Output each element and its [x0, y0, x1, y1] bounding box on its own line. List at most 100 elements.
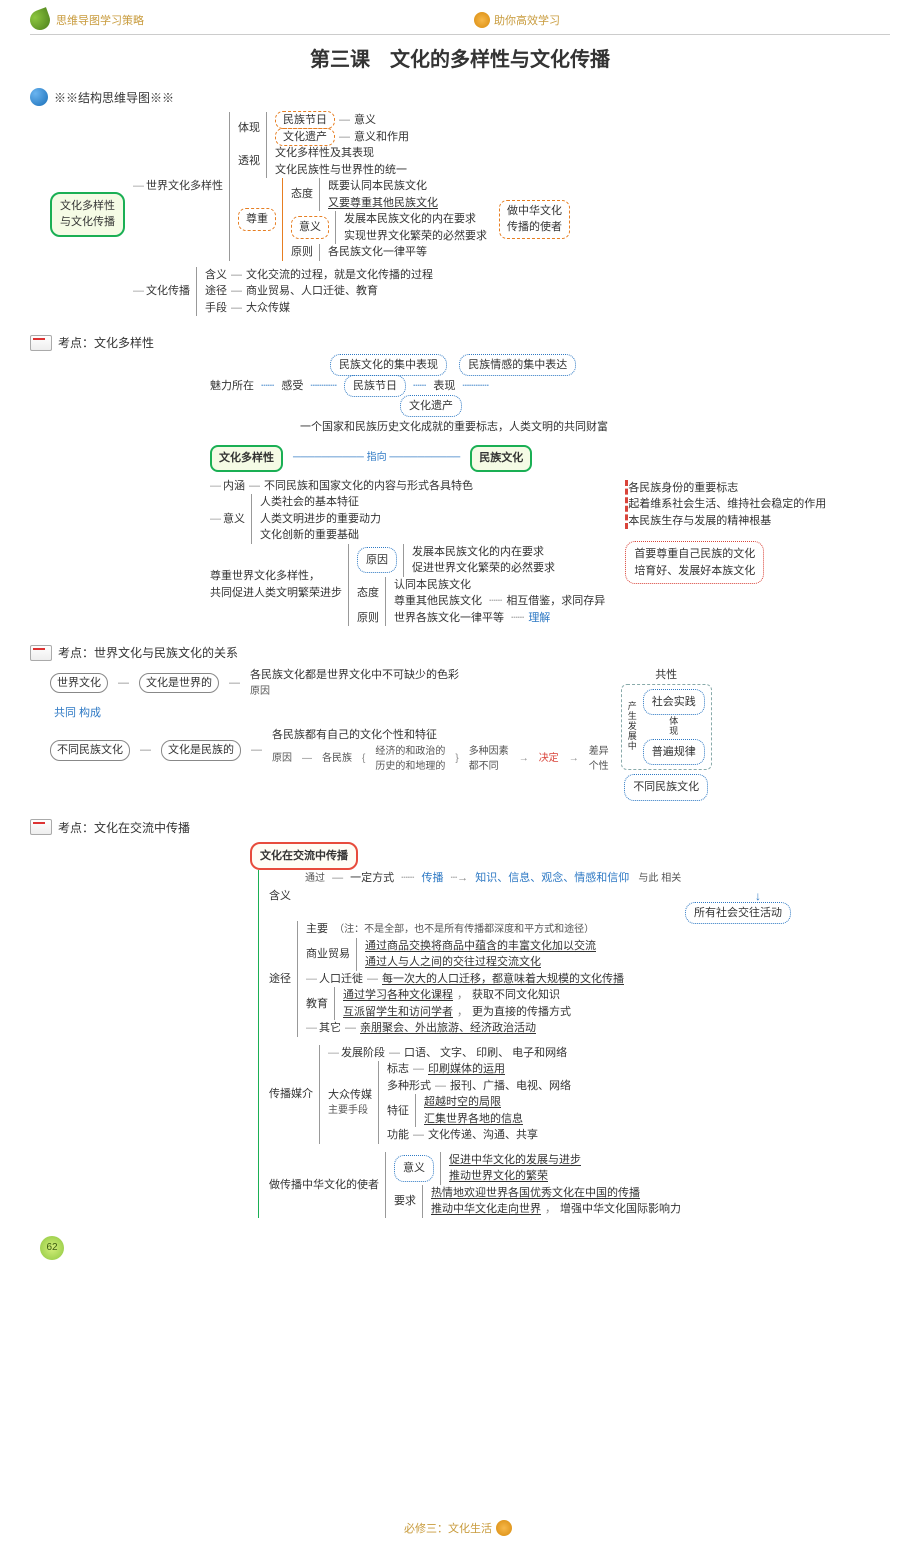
book-icon: [30, 335, 52, 351]
leaf-icon: [27, 7, 53, 33]
m2-desc: 一个国家和民族历史文化成就的重要标志，人类文明的共同财富: [300, 421, 608, 433]
m3-wl-l: 文化是世界的: [139, 673, 219, 694]
m3-ra: 社会实践: [643, 689, 705, 716]
m2-rs2: 培育好、发展好本族文化: [634, 563, 755, 580]
m4-hy: 含义: [269, 870, 297, 921]
m1-a3b1: 发展本民族文化的内在要求: [344, 211, 487, 228]
m1-b3: 手段: [205, 302, 227, 314]
m3-ml: 不同民族文化: [50, 740, 130, 761]
m1-a2b: 文化民族性与世界性的统一: [275, 162, 407, 179]
m4-cm: 传播媒介: [269, 1045, 319, 1144]
m3-rd: 不同民族文化: [624, 774, 708, 801]
m1-b2a: 商业贸易、人口迁徙、教育: [246, 285, 378, 297]
m4-hy-d: 与此 相关: [638, 873, 681, 884]
m2-right: 民族文化: [470, 445, 532, 472]
map1-root: 文化多样性 与文化传播: [50, 192, 125, 237]
m4-sz2: 要求: [394, 1185, 422, 1218]
m4-tj3a2: 获取不同文化知识: [472, 989, 560, 1001]
m2-zj-yz1: 世界各族文化一律平等: [394, 612, 504, 624]
m1-a3side: 做中华文化 传播的使者: [499, 200, 570, 239]
m2-midC: 民族节日: [344, 375, 406, 397]
m3-rbox-head: 共性: [655, 667, 677, 684]
m4-tj1b: 通过人与人之间的交往过程交流文化: [365, 954, 596, 971]
section-structure-label: ※※结构思维导图※※: [54, 89, 174, 106]
m2-zj: 尊重世界文化多样性， 共同促进人类文明繁荣进步: [210, 544, 348, 627]
map1-branch-b: 文化传播: [133, 267, 196, 317]
mindmap-structure: 文化多样性 与文化传播 世界文化多样性 体现 民族节日—意义 文化遗产—意义和作…: [30, 112, 890, 316]
m4-tj3b2: 更为直接的传播方式: [472, 1006, 571, 1018]
section-structure: ※※结构思维导图※※: [30, 88, 890, 106]
m2-midE: 文化遗产: [400, 395, 462, 417]
m4-tj-note: （注：不是全部，也不是所有传播都深度和平方式和途径）: [334, 924, 594, 935]
m2-zj-td-side: 相互借鉴，求同存异: [506, 595, 605, 607]
brain-icon-footer: [496, 1520, 512, 1536]
section-p1-label: 考点：文化多样性: [58, 334, 154, 351]
m2-rel: 指向: [367, 452, 387, 463]
m2-zj-td2: 尊重其他民族文化: [394, 595, 482, 607]
m4-cm2c: 特征: [387, 1094, 415, 1127]
m2-yi1: 人类社会的基本特征: [260, 494, 381, 511]
m1-a3a1: 既要认同本民族文化: [328, 178, 438, 195]
m4-sz2a: 热情地欢迎世界各国优秀文化在中国的传播: [431, 1185, 681, 1202]
header-left: 思维导图学习策略: [56, 12, 144, 28]
m2-lr1a: 不同民族和国家文化的内容与形式各具特色: [264, 480, 473, 492]
header-bar: 思维导图学习策略 助你高效学习: [30, 10, 890, 35]
m4-tj-main: 主要: [306, 923, 328, 935]
m3-ml-r1: 各民族都有自己的文化个性和特征: [272, 727, 609, 744]
header-right: 助你高效学习: [474, 12, 560, 28]
m4-sz1a: 促进中华文化的发展与进步: [449, 1152, 581, 1169]
m3-rm5: 中: [628, 742, 637, 752]
m3-ml-r2a: 经济的和政治的: [375, 744, 445, 759]
book-icon-3: [30, 819, 52, 835]
m4-cm2-red: 主要手段: [328, 1103, 372, 1118]
m4-sz1b: 推动世界文化的繁荣: [449, 1168, 581, 1185]
m4-cm2b1: 报刊、广播、电视、网络: [450, 1080, 571, 1092]
m1-a3c1: 各民族文化一律平等: [328, 244, 427, 261]
m4-tj3: 教育: [306, 987, 334, 1020]
m2-r3: 本民族生存与发展的精神根基: [628, 513, 826, 530]
m2-top1: 民族文化的集中表现: [330, 354, 447, 376]
m4-cm2a: 标志: [387, 1063, 409, 1075]
m3-ml-r2b: 历史的和地理的: [375, 759, 445, 774]
m3-ml-r2: 各民族: [322, 751, 352, 766]
m4-tj3b: 互派留学生和访问学者: [343, 1006, 453, 1018]
m4-hy-a: 一定方式: [350, 872, 394, 884]
m2-yi: 意义: [210, 494, 251, 544]
m1-a2: 透视: [238, 145, 266, 178]
m2-top2: 民族情感的集中表达: [459, 354, 576, 376]
m3-ml-r0: 原因: [272, 751, 292, 766]
m4-cm2: 大众传媒: [328, 1087, 372, 1104]
page-number: 62: [40, 1236, 64, 1260]
m3-wl: 世界文化: [50, 673, 108, 694]
footer-text: 必修三：文化生活: [404, 1520, 492, 1536]
m1-a3a2: 又要尊重其他民族文化: [328, 195, 438, 212]
m4-cm2a1: 印刷媒体的运用: [428, 1063, 505, 1075]
m2-zj-ry: 原因: [357, 547, 397, 574]
m1-b1: 含义: [205, 269, 227, 281]
m2-rs1: 首要尊重自己民族的文化: [634, 546, 755, 563]
m4-hy-t: 通过: [305, 873, 325, 884]
m4-sz2b: 推动中华文化走向世界: [431, 1203, 541, 1215]
m4-sz: 做传播中华文化的使者: [269, 1152, 385, 1218]
m4-sz2b2: 增强中华文化国际影响力: [560, 1203, 681, 1215]
m2-r2: 起着维系社会生活、维持社会稳定的作用: [628, 496, 826, 513]
m4-cm2d: 功能: [387, 1129, 409, 1141]
m2-r1: 各民族身份的重要标志: [628, 480, 826, 497]
m1-a1b: 文化遗产: [275, 128, 335, 146]
map1-branch-a: 世界文化多样性: [133, 112, 229, 261]
m3-rm7: 现: [669, 727, 678, 737]
m3-link: 共同 构成: [50, 705, 609, 722]
m4-cm2c1: 超越时空的局限: [424, 1094, 523, 1111]
m4-cm1a: 口语、 文字、 印刷、 电子和网络: [404, 1047, 567, 1059]
m4-tj1a: 通过商品交换将商品中蕴含的丰富文化加以交流: [365, 938, 596, 955]
m4-sz1: 意义: [394, 1155, 434, 1182]
m4-cm2c2: 汇集世界各地的信息: [424, 1111, 523, 1128]
m3-rc: 普遍规律: [643, 739, 705, 766]
m4-tj2a: 每一次大的人口迁移，都意味着大规模的文化传播: [382, 973, 624, 985]
m4-root: 文化在交流中传播: [250, 842, 358, 871]
m3-ml-r2c: 多种因素 都不同: [469, 744, 509, 774]
m2-midD: 表现: [433, 380, 455, 392]
m4-tj1: 商业贸易: [306, 938, 356, 971]
book-icon-2: [30, 645, 52, 661]
m2-zj-td-side2: 理解: [528, 612, 550, 624]
